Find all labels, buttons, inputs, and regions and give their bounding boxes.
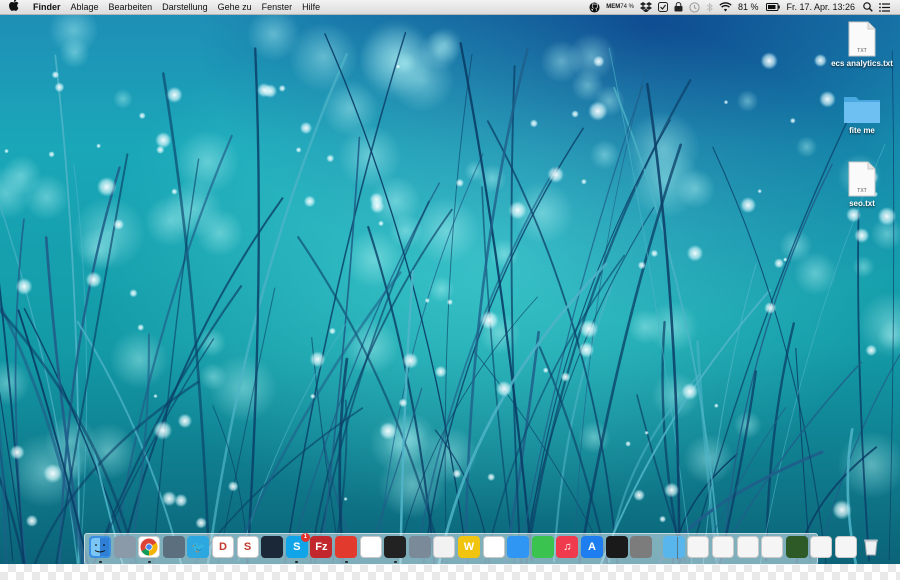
dock-filezilla-icon[interactable]: Fz: [310, 536, 333, 558]
dock-doc-stack-1-icon[interactable]: [687, 536, 710, 558]
github-icon[interactable]: [589, 0, 600, 14]
dock-finder-icon[interactable]: [89, 536, 111, 558]
dock-doc-stack-2-icon[interactable]: [712, 536, 734, 558]
apple-menu-icon[interactable]: [9, 0, 21, 15]
dock-running-indicator: [344, 561, 348, 563]
battery-icon[interactable]: [766, 0, 781, 14]
dock-doc-stack-3-icon[interactable]: [736, 536, 759, 558]
dock-doc-stack-6-icon[interactable]: [810, 536, 833, 558]
menu-bearbeiten[interactable]: Bearbeiten: [109, 0, 153, 14]
dock-dictionary-app-icon[interactable]: W: [458, 536, 480, 558]
clock[interactable]: Fr. 17. Apr. 13:26: [786, 2, 855, 12]
desktop-file-label: seo.txt: [849, 199, 875, 208]
dock-music-icon[interactable]: ♫: [556, 536, 579, 558]
menu-darstellung[interactable]: Darstellung: [162, 0, 208, 14]
memory-monitor[interactable]: MEM 74 %: [606, 0, 634, 14]
checkbox-icon[interactable]: [657, 0, 668, 14]
dock-messages-icon[interactable]: [507, 536, 530, 558]
dock-pencil-app-icon[interactable]: [408, 536, 431, 558]
desktop-folder-label: fite me: [849, 126, 875, 135]
menu-hilfe[interactable]: Hilfe: [302, 0, 320, 14]
dock-launchpad-icon[interactable]: [113, 536, 136, 558]
dock-teamviewer-icon[interactable]: [359, 536, 382, 558]
notification-center-icon[interactable]: [879, 0, 890, 14]
text-file-icon: TXT: [848, 21, 876, 57]
battery-percent: 81 %: [737, 2, 759, 12]
dock-separator: [677, 537, 678, 559]
memory-label: MEM: [606, 4, 621, 10]
desktop-file-seo[interactable]: TXT seo.txt: [822, 161, 900, 208]
txt-badge: TXT: [857, 188, 867, 194]
dock-running-indicator: [393, 561, 397, 563]
dock-app-store-icon[interactable]: A: [581, 536, 603, 558]
dock-running-indicator: [98, 561, 102, 563]
menu-gehe-zu[interactable]: Gehe zu: [218, 0, 252, 14]
menu-finder[interactable]: Finder: [33, 0, 61, 14]
dock-doc-stack-4-icon[interactable]: [761, 536, 784, 558]
desktop-folder-fite-me[interactable]: fite me: [822, 94, 900, 135]
menu-ablage[interactable]: Ablage: [71, 0, 99, 14]
desktop-file-label: ecs analytics.txt: [831, 59, 893, 68]
dock-scrivener-icon[interactable]: S: [236, 536, 259, 558]
desktop-file-ecs-analytics[interactable]: TXT ecs analytics.txt: [822, 21, 900, 68]
dock-trash-icon[interactable]: [860, 536, 882, 558]
dock-running-indicator: [295, 561, 299, 563]
bluetooth-icon[interactable]: [706, 0, 713, 14]
dock-twitter-icon[interactable]: 🐦: [187, 536, 210, 558]
dock-presentation-app-icon[interactable]: [433, 536, 456, 558]
dock-system-preferences-icon[interactable]: [630, 536, 653, 558]
folder-icon: [843, 94, 881, 124]
dock-activity-monitor-icon[interactable]: [605, 536, 628, 558]
dock-badge: 1: [300, 533, 310, 542]
desktop-wallpaper: [0, 0, 900, 580]
menu-bar: Finder Ablage Bearbeiten Darstellung Geh…: [0, 0, 900, 15]
dock-facetime-icon[interactable]: [531, 536, 554, 558]
dock-running-indicator: [147, 561, 151, 563]
dock: 🐦 D S S 1 Fz W ♫ A: [84, 533, 878, 565]
dock-doc-stack-7-icon[interactable]: [835, 536, 857, 558]
dock-downloads-folder-icon[interactable]: [662, 536, 685, 558]
dock-photos-icon[interactable]: [482, 536, 505, 558]
wifi-icon[interactable]: [719, 0, 732, 14]
time-machine-icon[interactable]: [689, 0, 700, 14]
dropbox-icon[interactable]: [639, 0, 652, 14]
dock-todoist-icon[interactable]: D: [212, 536, 234, 558]
txt-badge: TXT: [857, 48, 867, 54]
dock-terminal-icon[interactable]: [384, 536, 407, 558]
dock-doc-stack-5-icon[interactable]: [785, 536, 808, 558]
dock-steam-icon[interactable]: [261, 536, 284, 558]
dock-chrome-icon[interactable]: [138, 536, 161, 558]
spotlight-search-icon[interactable]: [863, 0, 873, 14]
memory-value: 74 %: [620, 4, 634, 10]
dock-pdf-app-icon[interactable]: [335, 536, 357, 558]
lock-icon[interactable]: [674, 0, 683, 14]
bottom-strip: [0, 564, 900, 580]
dock-preview-icon[interactable]: [162, 536, 185, 558]
menu-fenster[interactable]: Fenster: [262, 0, 293, 14]
text-file-icon: TXT: [848, 161, 876, 197]
